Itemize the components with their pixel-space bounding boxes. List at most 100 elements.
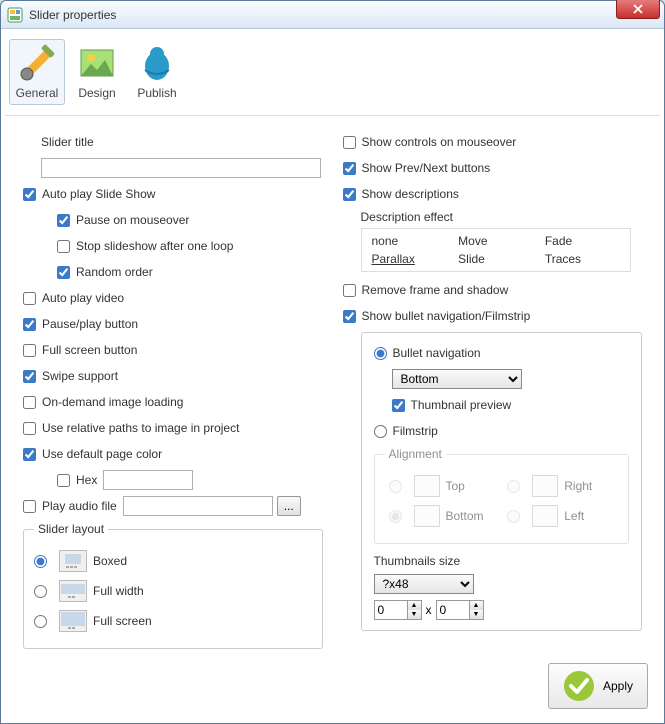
size-x-label: x [426,603,432,617]
random-order-label: Random order [76,265,153,279]
align-right-icon [532,475,558,497]
height-down[interactable]: ▼ [469,610,483,619]
relative-paths-checkbox[interactable] [23,422,36,435]
show-desc-checkbox[interactable] [343,188,356,201]
effect-traces[interactable]: Traces [543,251,622,267]
align-bottom-radio[interactable] [389,510,402,523]
slider-title-input[interactable] [41,158,321,178]
swipe-checkbox[interactable] [23,370,36,383]
tab-publish[interactable]: Publish [129,39,185,105]
filmstrip-label: Filmstrip [393,424,438,438]
auto-play-video-checkbox[interactable] [23,292,36,305]
effect-parallax[interactable]: Parallax [370,251,449,267]
width-down[interactable]: ▼ [407,610,421,619]
auto-play-label: Auto play Slide Show [42,187,155,201]
toolbar: General Design Publish [5,33,660,116]
on-demand-checkbox[interactable] [23,396,36,409]
default-color-label: Use default page color [42,447,162,461]
effect-fade[interactable]: Fade [543,233,622,249]
image-icon [77,44,117,84]
stop-one-loop-label: Stop slideshow after one loop [76,239,233,253]
panel: Slider title Auto play Slide Show Pause … [5,116,660,657]
show-prevnext-label: Show Prev/Next buttons [362,161,491,175]
height-up[interactable]: ▲ [469,601,483,610]
align-left-radio[interactable] [507,510,520,523]
properties-window: Slider properties General Design [0,0,665,724]
thumb-preview-label: Thumbnail preview [411,398,512,412]
width-spinner[interactable]: ▲▼ [374,600,422,620]
filmstrip-radio[interactable] [374,425,387,438]
fullwidth-thumb-icon [59,580,87,602]
audio-input[interactable] [123,496,273,516]
layout-boxed-radio[interactable] [34,555,47,568]
wrench-icon [17,44,57,84]
bullet-nav-label: Bullet navigation [393,346,481,360]
relative-paths-label: Use relative paths to image in project [42,421,239,435]
thumb-size-select[interactable]: ?x48 [374,574,474,594]
layout-fullscreen-radio[interactable] [34,615,47,628]
random-order-checkbox[interactable] [57,266,70,279]
effect-none[interactable]: none [370,233,449,249]
browse-audio-button[interactable]: ... [277,496,301,516]
pause-play-btn-checkbox[interactable] [23,318,36,331]
hex-label: Hex [76,473,97,487]
thumb-size-heading: Thumbnails size [374,554,461,568]
align-bottom-label: Bottom [446,509,484,523]
alignment-legend: Alignment [385,447,446,461]
layout-fieldset: Slider layout Boxed Full width Full scre… [23,522,323,649]
pause-play-btn-label: Pause/play button [42,317,138,331]
tab-publish-label: Publish [137,86,176,100]
apply-label: Apply [603,679,633,693]
layout-fullwidth-radio[interactable] [34,585,47,598]
hex-input[interactable] [103,470,193,490]
apply-button[interactable]: Apply [548,663,648,709]
bullet-nav-radio[interactable] [374,347,387,360]
right-column: Show controls on mouseover Show Prev/Nex… [343,132,649,649]
tab-design[interactable]: Design [69,39,125,105]
fullscreen-label: Full screen [93,614,152,628]
close-button[interactable] [616,0,660,19]
full-screen-btn-label: Full screen button [42,343,137,357]
footer: Apply [5,657,660,719]
desc-effect-heading: Description effect [361,210,643,224]
audio-checkbox[interactable] [23,500,36,513]
align-top-label: Top [446,479,465,493]
remove-frame-checkbox[interactable] [343,284,356,297]
width-up[interactable]: ▲ [407,601,421,610]
thumb-preview-checkbox[interactable] [392,399,405,412]
default-color-checkbox[interactable] [23,448,36,461]
show-bullet-label: Show bullet navigation/Filmstrip [362,309,531,323]
on-demand-label: On-demand image loading [42,395,183,409]
boxed-label: Boxed [93,554,127,568]
width-input[interactable] [375,601,407,619]
height-input[interactable] [437,601,469,619]
check-icon [563,670,595,702]
nav-box: Bullet navigation Bottom Thumbnail previ… [361,332,643,631]
show-bullet-checkbox[interactable] [343,310,356,323]
height-spinner[interactable]: ▲▼ [436,600,484,620]
left-column: Slider title Auto play Slide Show Pause … [17,132,323,649]
align-top-radio[interactable] [389,480,402,493]
audio-label: Play audio file [42,499,117,513]
stop-one-loop-checkbox[interactable] [57,240,70,253]
show-prevnext-checkbox[interactable] [343,162,356,175]
auto-play-checkbox[interactable] [23,188,36,201]
tab-general[interactable]: General [9,39,65,105]
show-controls-label: Show controls on mouseover [362,135,517,149]
effect-move[interactable]: Move [456,233,535,249]
pause-mouseover-checkbox[interactable] [57,214,70,227]
effect-slide[interactable]: Slide [456,251,535,267]
align-bottom-icon [414,505,440,527]
show-controls-checkbox[interactable] [343,136,356,149]
pause-mouseover-label: Pause on mouseover [76,213,189,227]
tab-design-label: Design [78,86,115,100]
full-screen-btn-checkbox[interactable] [23,344,36,357]
bullet-pos-select[interactable]: Bottom [392,369,522,389]
auto-play-video-label: Auto play video [42,291,124,305]
hex-checkbox[interactable] [57,474,70,487]
align-right-label: Right [564,479,592,493]
titlebar[interactable]: Slider properties [1,1,664,29]
show-desc-label: Show descriptions [362,187,459,201]
align-left-icon [532,505,558,527]
align-right-radio[interactable] [507,480,520,493]
